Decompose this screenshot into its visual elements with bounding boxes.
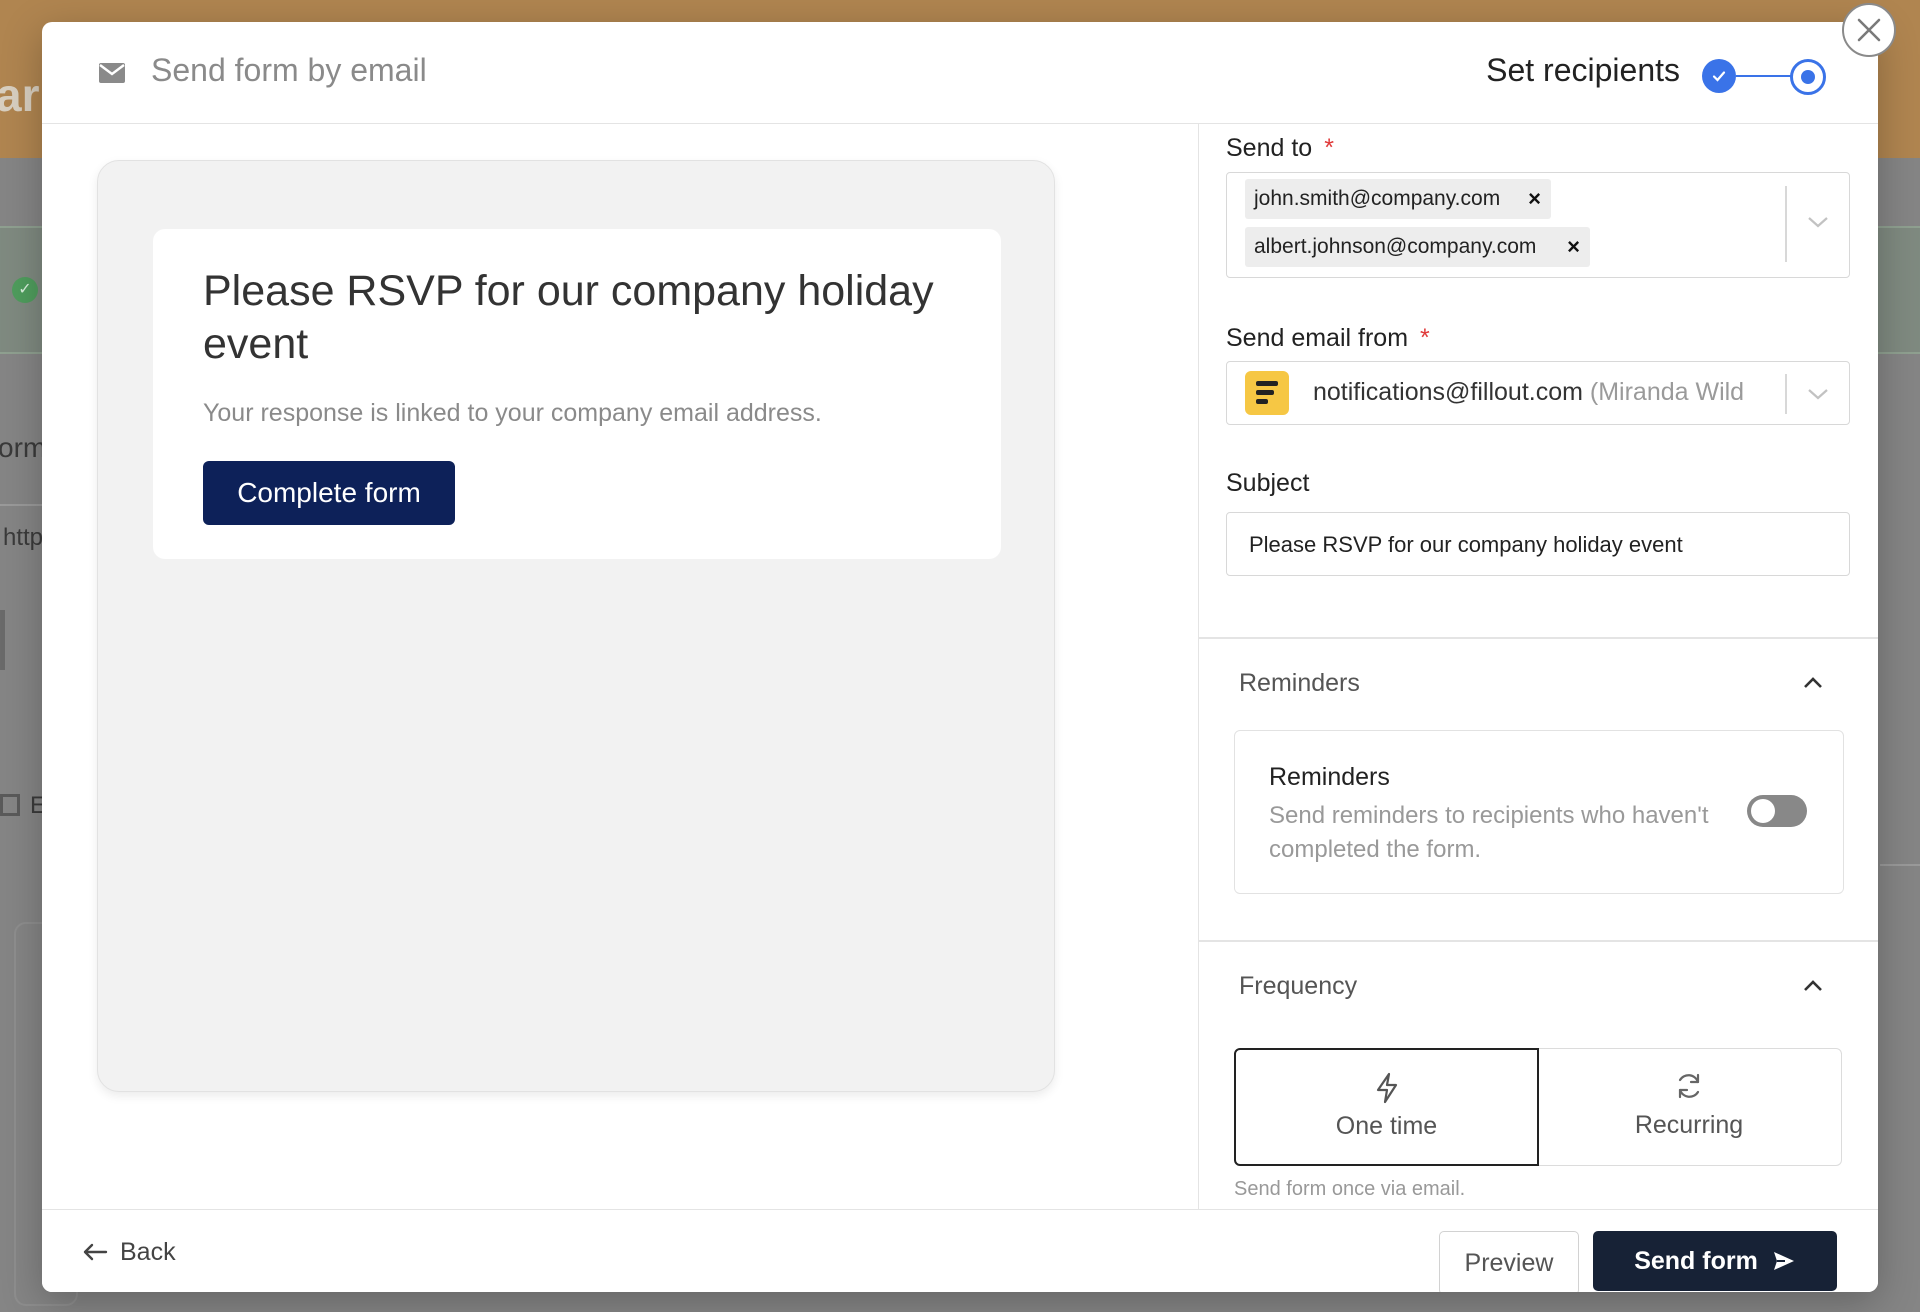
step-complete-icon <box>1702 59 1736 93</box>
close-icon <box>1857 18 1881 42</box>
preview-text: Your response is linked to your company … <box>203 399 822 427</box>
refresh-icon <box>1678 1073 1700 1099</box>
mail-icon <box>99 63 125 83</box>
option-label: Recurring <box>1634 1111 1744 1139</box>
recipient-chip: john.smith@company.com × <box>1245 179 1551 219</box>
step-current-icon <box>1790 59 1826 95</box>
frequency-note: Send form once via email. <box>1234 1178 1466 1200</box>
send-from-select[interactable]: notifications@fillout.com (Miranda Wild <box>1226 361 1850 425</box>
send-from-name: (Miranda Wild <box>1589 378 1745 406</box>
email-preview: Please RSVP for our company holiday even… <box>97 160 1055 1092</box>
modal-title: Send form by email <box>151 52 427 88</box>
section-divider <box>1199 940 1878 942</box>
email-preview-card: Please RSVP for our company holiday even… <box>153 229 1001 559</box>
chevron-up-icon[interactable] <box>1803 676 1823 690</box>
subject-label: Subject <box>1226 469 1310 497</box>
field-separator <box>1785 374 1787 414</box>
background-qr-icon <box>0 610 43 670</box>
remove-recipient-button[interactable]: × <box>1528 179 1541 219</box>
background-monitor-icon <box>0 794 20 816</box>
frequency-section-title[interactable]: Frequency <box>1239 972 1357 1001</box>
background-heading: ar <box>0 69 40 121</box>
back-label: Back <box>120 1237 176 1266</box>
send-from-value: notifications@fillout.com (Miranda Wild <box>1313 378 1744 407</box>
reminders-toggle[interactable] <box>1747 795 1807 827</box>
subject-input[interactable]: Please RSVP for our company holiday even… <box>1226 512 1850 576</box>
preview-title: Please RSVP for our company holiday even… <box>203 267 934 368</box>
reminders-section-title[interactable]: Reminders <box>1239 669 1360 698</box>
remove-recipient-button[interactable]: × <box>1567 227 1580 267</box>
complete-form-button[interactable]: Complete form <box>203 461 455 525</box>
field-separator <box>1785 186 1787 262</box>
recipient-chip: albert.johnson@company.com × <box>1245 227 1590 267</box>
fillout-logo <box>1245 371 1289 415</box>
toggle-knob <box>1751 799 1775 823</box>
settings-pane: Send to * john.smith@company.com × albert… <box>1198 124 1878 1209</box>
step-label: Set recipients <box>1486 52 1680 88</box>
send-to-field[interactable]: john.smith@company.com × albert.johnson@… <box>1226 172 1850 278</box>
chevron-down-icon[interactable] <box>1807 387 1829 401</box>
reminders-description: Send reminders to recipients who haven't… <box>1269 802 1709 863</box>
chevron-up-icon[interactable] <box>1803 979 1823 993</box>
send-from-email: notifications@fillout.com <box>1313 378 1583 406</box>
back-button[interactable]: Back <box>82 1232 176 1272</box>
send-to-label: Send to * <box>1226 134 1334 162</box>
background-divider <box>0 504 44 506</box>
section-divider <box>1199 637 1878 639</box>
modal-footer: Back Preview Send form <box>42 1209 1878 1292</box>
chevron-down-icon[interactable] <box>1807 215 1829 229</box>
background-form-label: orm <box>0 432 47 463</box>
send-form-button[interactable]: Send form <box>1593 1231 1837 1291</box>
option-label: One time <box>1335 1112 1438 1140</box>
close-button[interactable] <box>1842 3 1896 57</box>
frequency-option-recurring[interactable]: Recurring <box>1537 1048 1842 1166</box>
required-mark: * <box>1324 134 1334 162</box>
subject-value: Please RSVP for our company holiday even… <box>1249 532 1683 557</box>
modal-header: Send form by email Set recipients <box>42 22 1878 124</box>
background-link-text: http <box>3 524 44 551</box>
email-preview-pane: Please RSVP for our company holiday even… <box>42 124 1198 1209</box>
background-divider-right <box>1880 864 1920 866</box>
send-icon <box>1773 1252 1794 1270</box>
step-connector <box>1736 75 1792 77</box>
required-mark: * <box>1420 324 1430 352</box>
reminders-card-title: Reminders <box>1269 763 1390 791</box>
recipient-email: john.smith@company.com <box>1254 187 1501 210</box>
send-from-label: Send email from * <box>1226 324 1430 352</box>
send-form-label: Send form <box>1634 1246 1758 1275</box>
recipient-email: albert.johnson@company.com <box>1254 235 1537 258</box>
lightning-icon <box>1376 1072 1397 1104</box>
frequency-option-one-time[interactable]: One time <box>1234 1048 1539 1166</box>
preview-button[interactable]: Preview <box>1439 1231 1579 1292</box>
reminders-card: Reminders Send reminders to recipients w… <box>1234 730 1844 894</box>
send-form-modal: Send form by email Set recipients Please… <box>42 22 1878 1292</box>
background-check-icon: ✓ <box>12 277 38 303</box>
progress-stepper <box>1702 56 1832 96</box>
arrow-left-icon <box>83 1243 108 1261</box>
